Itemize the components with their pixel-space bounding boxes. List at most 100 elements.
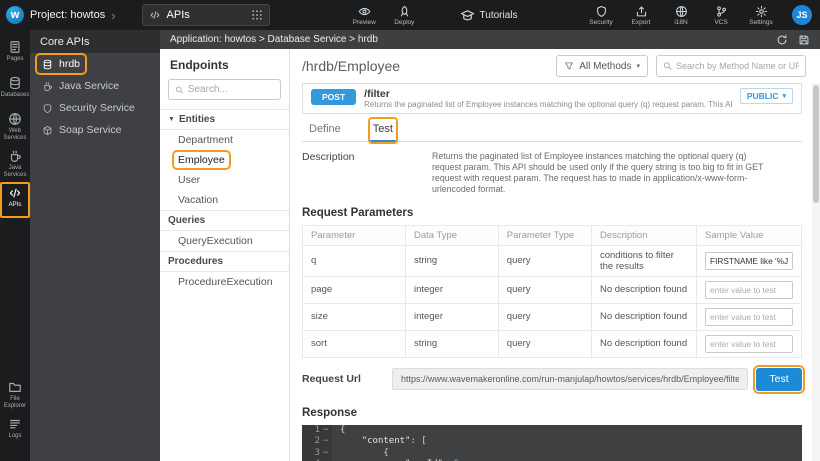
export-icon xyxy=(635,5,648,18)
methods-filter-dropdown[interactable]: All Methods ▾ xyxy=(556,55,648,77)
sidebar-item-java-services[interactable]: Java Services xyxy=(0,145,30,182)
param-name: sort xyxy=(303,330,406,357)
databases-icon xyxy=(8,76,22,90)
i18n-button[interactable]: i18N xyxy=(666,5,696,26)
test-button[interactable]: Test xyxy=(756,368,802,391)
code-line-3: 3− { xyxy=(302,448,802,460)
web-icon xyxy=(8,112,22,126)
tutorials-label: Tutorials xyxy=(480,10,518,21)
sample-value-input-size[interactable] xyxy=(705,308,793,326)
user-avatar[interactable]: JS xyxy=(792,5,812,25)
workspace-switcher[interactable]: APIs xyxy=(142,4,270,26)
service-item-java-service[interactable]: Java Service xyxy=(30,75,160,97)
endpoint-item-department[interactable]: Department xyxy=(160,130,289,150)
sidebar-item-pages[interactable]: Pages xyxy=(0,36,30,72)
scrollbar-thumb[interactable] xyxy=(813,85,819,203)
endpoint-item-user[interactable]: User xyxy=(160,170,289,190)
api-endpoint-row[interactable]: POST /filter Returns the paginated list … xyxy=(302,83,802,114)
tab-test[interactable]: Test xyxy=(370,119,396,142)
security-button[interactable]: Security xyxy=(586,5,616,26)
section-label: Queries xyxy=(168,215,205,226)
grid-menu-icon[interactable] xyxy=(251,9,263,21)
endpoints-search-input[interactable] xyxy=(188,84,274,95)
rocket-icon xyxy=(398,5,411,18)
sample-value-input-q[interactable] xyxy=(705,252,793,270)
response-editor[interactable]: 1−{2− "content": [3− {4 "empId": 5,5 "fi… xyxy=(302,425,802,461)
section-header-procedures[interactable]: Procedures xyxy=(160,251,289,272)
column-header-data-type: Data Type xyxy=(405,225,498,245)
line-gutter: 2− xyxy=(302,436,332,448)
sample-value-input-page[interactable] xyxy=(705,281,793,299)
preview-button[interactable]: Preview xyxy=(349,5,379,26)
response-heading: Response xyxy=(302,398,802,425)
workspace-label: APIs xyxy=(167,9,245,21)
column-header-sample-value: Sample Value xyxy=(697,225,802,245)
sidebar-item-apis[interactable]: APIs xyxy=(0,182,30,218)
param-row-page: pageintegerqueryNo description found xyxy=(303,276,802,303)
param-data-type: integer xyxy=(405,276,498,303)
line-gutter: 3− xyxy=(302,448,332,460)
param-description: conditions to filter the results xyxy=(591,245,696,276)
refresh-icon[interactable] xyxy=(776,34,788,46)
line-gutter: 1− xyxy=(302,425,332,437)
request-url-label: Request Url xyxy=(302,373,384,385)
databases-icon xyxy=(42,59,53,70)
pages-icon xyxy=(8,40,22,54)
endpoint-item-employee[interactable]: Employee xyxy=(160,150,289,170)
service-item-soap-service[interactable]: Soap Service xyxy=(30,119,160,141)
tutorials-button[interactable]: Tutorials xyxy=(460,8,518,23)
column-header-parameter-type: Parameter Type xyxy=(498,225,591,245)
tools-group: Security Export i18N VCS Settings xyxy=(586,5,776,26)
endpoints-search[interactable] xyxy=(168,79,281,100)
eye-icon xyxy=(358,5,371,18)
deploy-group: Preview Deploy xyxy=(349,5,419,26)
section-label: Procedures xyxy=(168,256,223,267)
tab-define[interactable]: Define xyxy=(306,119,344,141)
caret-down-icon: ▼ xyxy=(168,116,175,123)
deploy-button[interactable]: Deploy xyxy=(389,5,419,26)
section-header-entities[interactable]: ▼Entities xyxy=(160,109,289,130)
api-detail-pane: /hrdb/Employee All Methods ▾ xyxy=(290,49,820,461)
post-method-badge: POST xyxy=(311,89,356,105)
endpoint-item-procedureexecution[interactable]: ProcedureExecution xyxy=(160,272,289,292)
sample-value-input-sort[interactable] xyxy=(705,335,793,353)
soap-icon xyxy=(42,125,53,136)
gear-icon xyxy=(755,5,768,18)
visibility-dropdown[interactable]: PUBLIC ▾ xyxy=(740,88,793,104)
java-icon xyxy=(42,81,53,92)
request-url-input[interactable] xyxy=(392,368,748,390)
api-search[interactable] xyxy=(656,55,806,77)
param-description: No description found xyxy=(591,276,696,303)
endpoint-item-queryexecution[interactable]: QueryExecution xyxy=(160,231,289,251)
param-type: query xyxy=(498,245,591,276)
export-button[interactable]: Export xyxy=(626,5,656,26)
service-label: Security Service xyxy=(59,102,135,114)
wavemaker-logo-icon[interactable]: w xyxy=(6,6,24,24)
service-label: Java Service xyxy=(59,80,119,92)
param-row-size: sizeintegerqueryNo description found xyxy=(303,303,802,330)
service-item-hrdb[interactable]: hrdb xyxy=(30,53,160,75)
endpoint-label: Employee xyxy=(175,153,228,167)
section-header-queries[interactable]: Queries xyxy=(160,210,289,231)
vertical-scrollbar[interactable] xyxy=(812,83,820,461)
fold-marker-icon: − xyxy=(323,448,329,460)
wavemaker-studio: w Project: howtos › APIs Preview Deploy T… xyxy=(0,0,820,461)
sidebar-item-web-services[interactable]: Web Services xyxy=(0,108,30,145)
vcs-button[interactable]: VCS xyxy=(706,5,736,26)
apis-icon xyxy=(8,186,22,200)
api-search-input[interactable] xyxy=(676,61,799,71)
page-title: /hrdb/Employee xyxy=(302,58,400,74)
endpoint-label: QueryExecution xyxy=(175,234,256,248)
sidebar-item-logs[interactable]: Logs xyxy=(0,413,30,449)
sidebar-item-file-explorer[interactable]: File Explorer xyxy=(0,376,30,413)
param-data-type: string xyxy=(405,330,498,357)
settings-button[interactable]: Settings xyxy=(746,5,776,26)
graduation-cap-icon xyxy=(460,8,475,23)
endpoint-item-vacation[interactable]: Vacation xyxy=(160,190,289,210)
save-icon[interactable] xyxy=(798,34,810,46)
chevron-right-icon: › xyxy=(111,9,115,22)
project-label: Project: howtos xyxy=(30,9,105,21)
service-item-security-service[interactable]: Security Service xyxy=(30,97,160,119)
sidebar-item-databases[interactable]: Databases xyxy=(0,72,30,108)
param-type: query xyxy=(498,303,591,330)
